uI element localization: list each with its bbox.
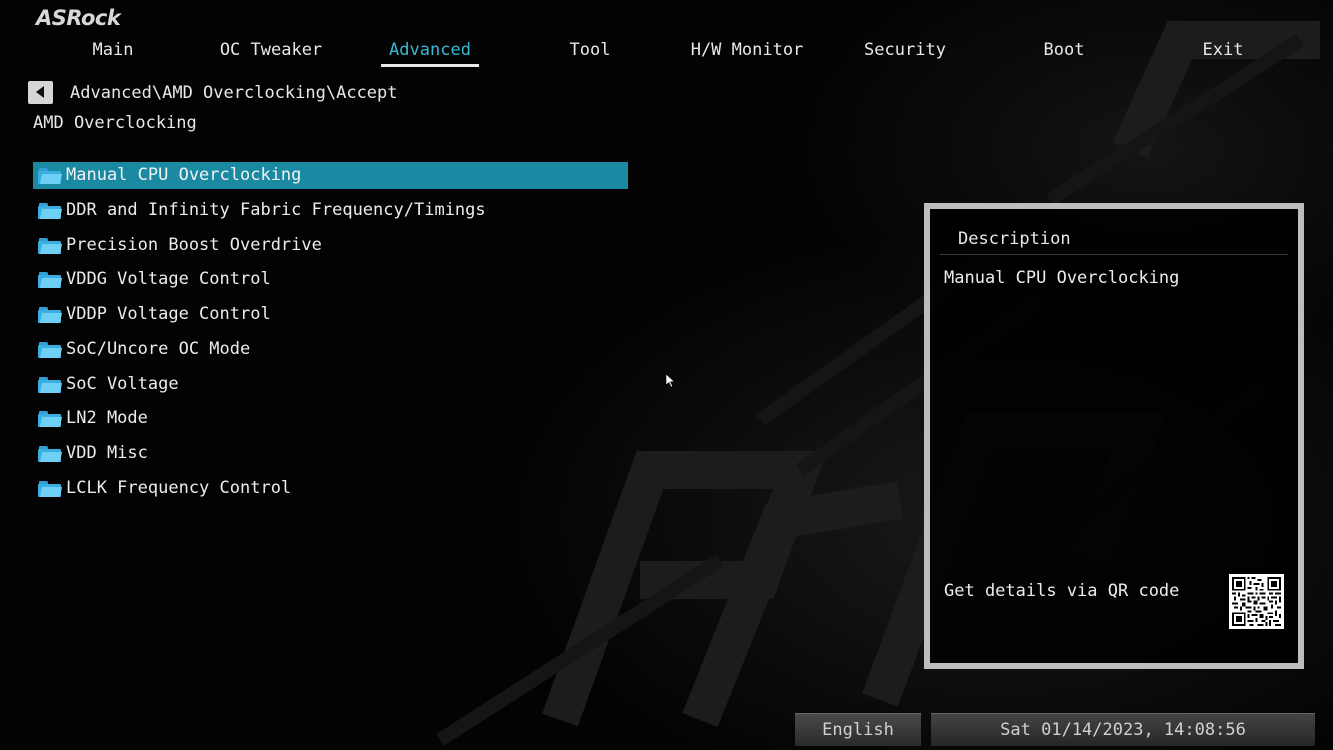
- menu-item-label: VDD Misc: [66, 443, 148, 463]
- folder-icon: [38, 446, 63, 462]
- menu-item-label: Manual CPU Overclocking: [66, 165, 302, 185]
- tab-main[interactable]: Main: [93, 40, 134, 68]
- menu-item-label: SoC/Uncore OC Mode: [66, 338, 251, 359]
- tab-exit[interactable]: Exit: [1203, 40, 1244, 68]
- page-title: AMD Overclocking: [33, 113, 197, 133]
- language-selector[interactable]: English: [795, 713, 921, 746]
- menu-item-vddp-voltage-control[interactable]: VDDP Voltage Control: [33, 301, 628, 328]
- description-divider: [940, 254, 1288, 255]
- folder-icon: [38, 376, 63, 393]
- main-tabs: Main OC Tweaker Advanced Tool H/W Monito…: [0, 40, 1333, 70]
- qr-code-label: Get details via QR code: [944, 581, 1180, 601]
- menu-item-ddr-infinity-fabric[interactable]: DDR and Infinity Fabric Frequency/Timing…: [33, 197, 628, 224]
- tab-oc-tweaker[interactable]: OC Tweaker: [220, 40, 322, 68]
- menu-item-label: SoC Voltage: [66, 373, 179, 394]
- folder-icon: [38, 341, 63, 358]
- folder-icon: [38, 411, 63, 428]
- description-panel: Description Manual CPU Overclocking Get …: [924, 203, 1304, 669]
- description-title: Description: [958, 229, 1071, 249]
- mouse-cursor-icon: [666, 374, 676, 388]
- breadcrumb: Advanced\AMD Overclocking\Accept: [70, 83, 398, 103]
- menu-item-label: VDDG Voltage Control: [66, 269, 271, 290]
- date-time-display: Sat 01/14/2023, 14:08:56: [931, 713, 1315, 746]
- menu-item-label: LN2 Mode: [66, 408, 148, 429]
- tab-security[interactable]: Security: [864, 40, 946, 68]
- back-button[interactable]: [28, 81, 53, 104]
- menu-item-label: VDDP Voltage Control: [66, 304, 271, 324]
- submenu-list: Manual CPU Overclocking DDR and Infinity…: [33, 162, 628, 510]
- menu-item-label: LCLK Frequency Control: [66, 477, 292, 498]
- menu-item-label: Precision Boost Overdrive: [66, 234, 322, 255]
- tab-hw-monitor[interactable]: H/W Monitor: [691, 40, 804, 68]
- menu-item-manual-cpu-overclocking[interactable]: Manual CPU Overclocking: [33, 162, 628, 189]
- menu-item-label: DDR and Infinity Fabric Frequency/Timing…: [66, 199, 486, 220]
- folder-icon: [38, 272, 63, 289]
- folder-icon: [38, 237, 63, 254]
- qr-code-icon: [1229, 574, 1284, 629]
- menu-item-vddg-voltage-control[interactable]: VDDG Voltage Control: [33, 266, 628, 293]
- menu-item-precision-boost-overdrive[interactable]: Precision Boost Overdrive: [33, 232, 628, 259]
- folder-icon: [38, 202, 63, 219]
- menu-item-soc-voltage[interactable]: SoC Voltage: [33, 371, 628, 398]
- folder-icon: [38, 307, 63, 323]
- menu-item-soc-uncore-oc-mode[interactable]: SoC/Uncore OC Mode: [33, 336, 628, 363]
- tab-advanced[interactable]: Advanced: [381, 40, 479, 68]
- menu-item-vdd-misc[interactable]: VDD Misc: [33, 440, 628, 467]
- asrock-logo: ASRock: [36, 6, 121, 30]
- folder-icon: [38, 168, 63, 184]
- tab-boot[interactable]: Boot: [1044, 40, 1085, 68]
- description-text: Manual CPU Overclocking: [944, 268, 1180, 288]
- folder-icon: [38, 480, 63, 497]
- menu-item-lclk-frequency-control[interactable]: LCLK Frequency Control: [33, 475, 628, 502]
- tab-tool[interactable]: Tool: [570, 40, 611, 68]
- menu-item-ln2-mode[interactable]: LN2 Mode: [33, 405, 628, 432]
